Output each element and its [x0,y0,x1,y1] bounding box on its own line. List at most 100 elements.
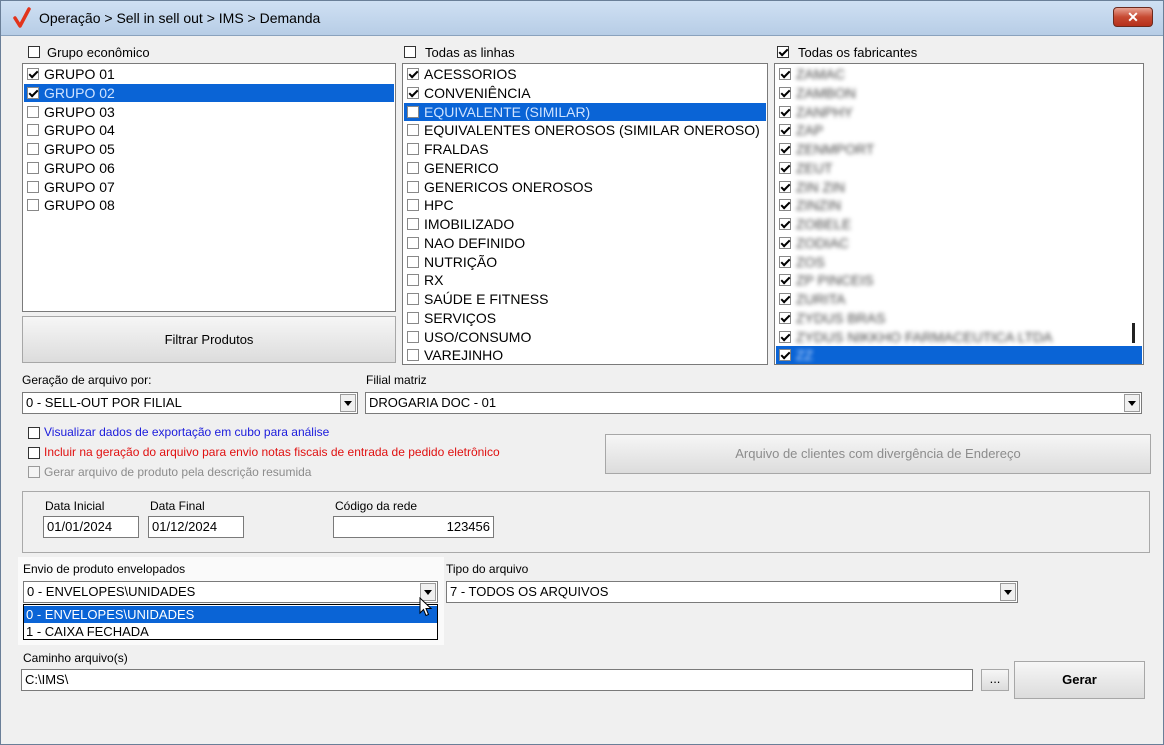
list-item-checkbox[interactable] [407,199,419,212]
list-item[interactable]: SERVIÇOS [404,309,766,327]
list-item[interactable]: ZYDUS BRAS [776,309,1142,327]
fabricantes-scrollbar[interactable] [1132,323,1135,343]
envio-select[interactable]: 0 - ENVELOPES\UNIDADES [23,581,438,603]
close-button[interactable]: ✕ [1113,7,1153,27]
list-item-checkbox[interactable] [779,180,791,193]
list-item-checkbox[interactable] [407,255,419,268]
list-item-checkbox[interactable] [27,124,39,137]
data-inicial-field[interactable]: 01/01/2024 [43,516,139,538]
list-item-checkbox[interactable] [27,68,39,80]
caminho-field[interactable]: C:\IMS\ [21,669,973,691]
list-item-checkbox[interactable] [407,311,419,324]
envio-option-caixa[interactable]: 1 - CAIXA FECHADA [24,623,437,640]
list-item[interactable]: EQUIVALENTES ONEROSOS (SIMILAR ONEROSO) [404,121,766,139]
list-item-checkbox[interactable] [779,218,791,230]
list-item[interactable]: HPC [404,196,766,214]
list-item-checkbox[interactable] [407,68,419,80]
list-item-checkbox[interactable] [779,293,791,305]
list-item[interactable]: CONVENIÊNCIA [404,84,766,102]
list-item-checkbox[interactable] [27,105,39,118]
list-item-checkbox[interactable] [779,68,791,80]
list-item-checkbox[interactable] [779,105,791,118]
list-item[interactable]: ACESSORIOS [404,65,766,83]
list-item[interactable]: USO/CONSUMO [404,328,766,346]
list-item-checkbox[interactable] [779,236,791,249]
filial-select[interactable]: DROGARIA DOC - 01 [365,392,1142,414]
fabricantes-list[interactable]: ZAMAC ZAMBON ZANPHY ZAP ZENMPORT ZEUT ZIN ZIN Z… [774,63,1144,365]
todos-fabricantes-checkbox[interactable] [777,46,789,58]
list-item[interactable]: GRUPO 01 [24,65,394,83]
chevron-down-icon[interactable] [1124,394,1140,412]
list-item[interactable]: ZODIAC [776,234,1142,252]
list-item[interactable]: ZYDUS NIKKHO FARMACEUTICA LTDA [776,328,1142,346]
filtrar-produtos-button[interactable]: Filtrar Produtos [22,316,396,363]
geracao-select[interactable]: 0 - SELL-OUT POR FILIAL [22,392,358,414]
list-item-checkbox[interactable] [407,293,419,305]
list-item-checkbox[interactable] [27,143,39,155]
list-item[interactable]: NUTRIÇÃO [404,253,766,271]
list-item-checkbox[interactable] [407,105,419,118]
list-item[interactable]: GRUPO 02 [24,83,394,102]
list-item[interactable]: ZOS [776,253,1142,271]
list-item[interactable]: VAREJINHO [404,346,766,364]
list-item[interactable]: FRALDAS [404,140,766,158]
list-item-checkbox[interactable] [407,330,419,343]
list-item-checkbox[interactable] [407,274,419,287]
list-item-checkbox[interactable] [407,349,419,362]
list-item[interactable]: ZURITA [776,290,1142,308]
list-item[interactable]: ZAP [776,121,1142,139]
list-item[interactable]: IMOBILIZADO [404,215,766,233]
list-item[interactable]: GRUPO 08 [24,196,394,214]
list-item[interactable]: SAÚDE E FITNESS [404,290,766,308]
list-item-checkbox[interactable] [779,86,791,99]
list-item[interactable]: ZP PINCEIS [776,271,1142,289]
grupo-economico-list[interactable]: GRUPO 01 GRUPO 02 GRUPO 03 GRUPO 04 GRUPO 05… [22,63,396,312]
envio-option-envelopes[interactable]: 0 - ENVELOPES\UNIDADES [24,606,437,623]
list-item[interactable]: ZAMAC [776,65,1142,83]
tipo-arquivo-select[interactable]: 7 - TODOS OS ARQUIVOS [446,581,1018,603]
list-item[interactable]: ZAMBON [776,84,1142,102]
list-item[interactable]: ZENMPORT [776,140,1142,158]
list-item[interactable]: ZOBELE [776,215,1142,233]
list-item-checkbox[interactable] [27,86,39,99]
list-item-checkbox[interactable] [407,180,419,193]
list-item[interactable]: RX [404,271,766,289]
gerar-button[interactable]: Gerar [1014,661,1145,699]
list-item-checkbox[interactable] [407,86,419,99]
list-item[interactable]: ZIN ZIN [776,178,1142,196]
list-item-checkbox[interactable] [407,161,419,174]
list-item-checkbox[interactable] [779,161,791,174]
grupo-economico-checkbox[interactable] [28,46,40,58]
data-final-field[interactable]: 01/12/2024 [148,516,244,538]
list-item[interactable]: ZINZIN [776,196,1142,214]
list-item[interactable]: GRUPO 06 [24,159,394,177]
todas-linhas-checkbox[interactable] [404,46,416,58]
list-item-checkbox[interactable] [779,199,791,212]
visualizar-cubo-checkbox[interactable] [28,427,40,439]
list-item-checkbox[interactable] [779,255,791,268]
list-item-checkbox[interactable] [27,161,39,174]
linhas-list[interactable]: ACESSORIOS CONVENIÊNCIA EQUIVALENTE (SIMIL… [402,63,768,365]
list-item-checkbox[interactable] [779,311,791,324]
list-item-checkbox[interactable] [779,274,791,287]
list-item[interactable]: GRUPO 07 [24,178,394,196]
chevron-down-icon[interactable] [1000,583,1016,601]
list-item-checkbox[interactable] [779,330,791,343]
list-item-checkbox[interactable] [407,218,419,230]
codigo-rede-field[interactable]: 123456 [333,516,494,538]
list-item[interactable]: GENERICO [404,159,766,177]
incluir-notas-checkbox[interactable] [28,447,40,459]
list-item[interactable]: GRUPO 03 [24,103,394,121]
list-item[interactable]: NAO DEFINIDO [404,234,766,252]
list-item[interactable]: GRUPO 05 [24,140,394,158]
list-item-checkbox[interactable] [407,143,419,155]
list-item-checkbox[interactable] [27,199,39,212]
list-item[interactable]: GRUPO 04 [24,121,394,139]
chevron-down-icon[interactable] [340,394,356,412]
browse-button[interactable]: ... [981,669,1009,691]
list-item[interactable]: GENERICOS ONEROSOS [404,178,766,196]
envio-dropdown-list[interactable]: 0 - ENVELOPES\UNIDADES 1 - CAIXA FECHADA [23,604,438,640]
list-item-checkbox[interactable] [407,236,419,249]
list-item-checkbox[interactable] [779,143,791,155]
list-item-checkbox[interactable] [27,180,39,193]
